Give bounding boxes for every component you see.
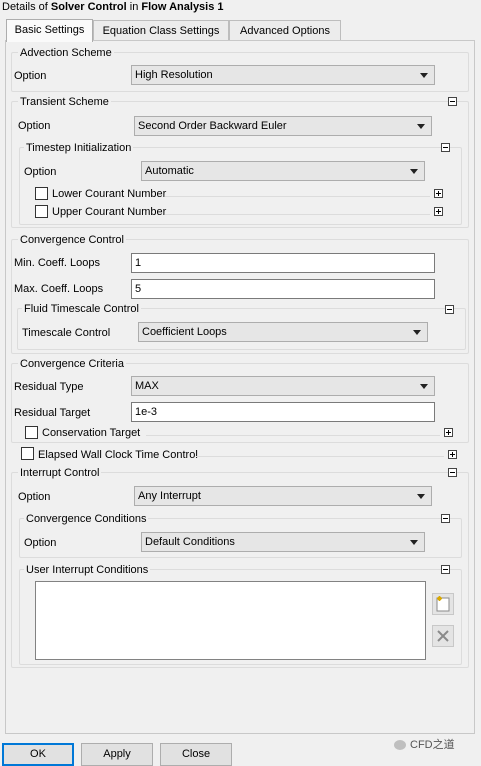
timescale-control-select[interactable]: Coefficient Loops	[138, 322, 428, 342]
timestep-option-label: Option	[24, 166, 57, 178]
collapse-icon[interactable]	[448, 97, 457, 106]
expand-icon[interactable]	[444, 428, 453, 437]
collapse-icon[interactable]	[441, 565, 450, 574]
conservation-target-label: Conservation Target	[42, 427, 141, 439]
transient-option-value: Second Order Backward Euler	[138, 120, 287, 132]
convergence-conditions-option-label: Option	[24, 537, 57, 549]
expand-icon[interactable]	[448, 450, 457, 459]
min-coeff-loops-label: Min. Coeff. Loops	[14, 257, 101, 269]
conservation-target-checkbox[interactable]	[25, 426, 38, 439]
residual-target-input[interactable]: 1e-3	[131, 402, 435, 422]
min-coeff-loops-input[interactable]: 1	[131, 253, 435, 273]
residual-type-value: MAX	[135, 380, 159, 392]
interrupt-option-value: Any Interrupt	[138, 490, 201, 502]
transient-option-select[interactable]: Second Order Backward Euler	[134, 116, 432, 136]
collapse-icon[interactable]	[448, 468, 457, 477]
chevron-down-icon	[413, 330, 421, 335]
timestep-initialization-label: Timestep Initialization	[24, 142, 134, 154]
wechat-icon	[394, 740, 406, 751]
interrupt-control-label: Interrupt Control	[18, 467, 102, 479]
collapse-icon[interactable]	[441, 143, 450, 152]
residual-type-label: Residual Type	[14, 381, 84, 393]
convergence-control-label: Convergence Control	[18, 234, 126, 246]
upper-courant-label: Upper Courant Number	[52, 206, 167, 218]
transient-option-label: Option	[18, 120, 51, 132]
ok-button[interactable]: OK	[2, 743, 74, 766]
convergence-conditions-value: Default Conditions	[145, 536, 235, 548]
collapse-icon[interactable]	[441, 514, 450, 523]
advection-option-select[interactable]: High Resolution	[131, 65, 435, 85]
advection-option-label: Option	[14, 70, 47, 82]
convergence-criteria-label: Convergence Criteria	[18, 358, 126, 370]
expand-icon[interactable]	[434, 207, 443, 216]
close-button[interactable]: Close	[160, 743, 232, 766]
max-coeff-loops-input[interactable]: 5	[131, 279, 435, 299]
divider	[165, 196, 430, 197]
convergence-conditions-select[interactable]: Default Conditions	[141, 532, 425, 552]
advection-option-value: High Resolution	[135, 69, 213, 81]
apply-button[interactable]: Apply	[81, 743, 153, 766]
expand-icon[interactable]	[434, 189, 443, 198]
fluid-timescale-control-label: Fluid Timescale Control	[22, 303, 141, 315]
collapse-icon[interactable]	[445, 305, 454, 314]
divider	[196, 456, 444, 457]
residual-type-select[interactable]: MAX	[131, 376, 435, 396]
chevron-down-icon	[417, 494, 425, 499]
lower-courant-checkbox[interactable]	[35, 187, 48, 200]
delete-condition-button[interactable]	[432, 625, 454, 647]
interrupt-option-label: Option	[18, 491, 51, 503]
watermark: CFD之道	[394, 736, 479, 754]
lower-courant-label: Lower Courant Number	[52, 188, 167, 200]
chevron-down-icon	[420, 384, 428, 389]
timescale-control-value: Coefficient Loops	[142, 326, 227, 338]
max-coeff-loops-label: Max. Coeff. Loops	[14, 283, 104, 295]
upper-courant-checkbox[interactable]	[35, 205, 48, 218]
advection-scheme-label: Advection Scheme	[18, 47, 114, 59]
new-item-icon	[436, 596, 450, 612]
watermark-text: CFD之道	[410, 739, 455, 751]
divider	[146, 435, 440, 436]
chevron-down-icon	[410, 169, 418, 174]
new-condition-button[interactable]	[432, 593, 454, 615]
transient-scheme-label: Transient Scheme	[18, 96, 111, 108]
convergence-conditions-label: Convergence Conditions	[24, 513, 149, 525]
interrupt-option-select[interactable]: Any Interrupt	[134, 486, 432, 506]
elapsed-wall-clock-label: Elapsed Wall Clock Time Control	[38, 449, 198, 461]
timestep-option-select[interactable]: Automatic	[141, 161, 425, 181]
elapsed-wall-clock-checkbox[interactable]	[21, 447, 34, 460]
timescale-control-label: Timescale Control	[22, 327, 111, 339]
chevron-down-icon	[420, 73, 428, 78]
chevron-down-icon	[417, 124, 425, 129]
user-interrupt-conditions-label: User Interrupt Conditions	[24, 564, 151, 576]
timestep-option-value: Automatic	[145, 165, 194, 177]
divider	[165, 214, 430, 215]
user-interrupt-conditions-list[interactable]	[35, 581, 426, 660]
delete-icon	[437, 630, 449, 642]
chevron-down-icon	[410, 540, 418, 545]
residual-target-label: Residual Target	[14, 407, 91, 419]
